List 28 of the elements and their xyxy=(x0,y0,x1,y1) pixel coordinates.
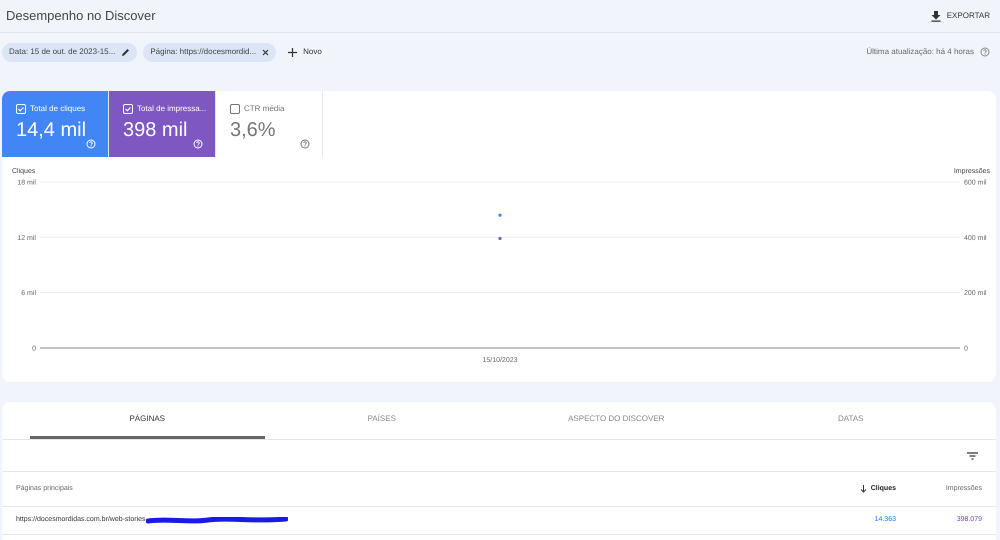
tab[interactable]: PÁGINAS xyxy=(30,402,264,439)
filter-chip[interactable]: Página: https://docesmordid... xyxy=(143,42,276,62)
page-title: Desempenho no Discover xyxy=(6,7,156,26)
check-icon xyxy=(124,105,132,113)
metric-value: 398 mil xyxy=(123,118,188,143)
new-filter-button[interactable]: Novo xyxy=(288,46,322,58)
metric-label: CTR média xyxy=(244,103,284,115)
filter-icon[interactable] xyxy=(967,452,978,460)
metric-value: 14,4 mil xyxy=(16,118,88,143)
tab[interactable]: DATAS xyxy=(734,402,968,439)
checkbox[interactable] xyxy=(230,104,240,114)
plus-icon xyxy=(288,48,298,56)
tab[interactable]: ASPECTO DO DISCOVER xyxy=(499,402,734,439)
tab[interactable]: PAÍSES xyxy=(264,402,499,439)
help-icon[interactable] xyxy=(980,47,990,57)
sort-down-icon xyxy=(860,485,867,493)
close-icon[interactable] xyxy=(262,48,270,56)
pencil-icon[interactable] xyxy=(121,48,130,56)
data-point xyxy=(498,214,502,217)
check-icon xyxy=(17,105,25,113)
metric-label: Total de cliques xyxy=(30,103,86,115)
export-button[interactable]: EXPORTAR xyxy=(930,10,994,22)
metric-value: 3,6% xyxy=(230,118,277,143)
metric-label: Total de impressa... xyxy=(137,103,206,115)
last-update-text: Última atualização: há 4 horas xyxy=(866,46,974,58)
help-icon[interactable] xyxy=(300,139,310,149)
download-icon xyxy=(930,10,941,22)
filter-chip[interactable]: Data: 15 de out. de 2023-15... xyxy=(2,42,138,62)
